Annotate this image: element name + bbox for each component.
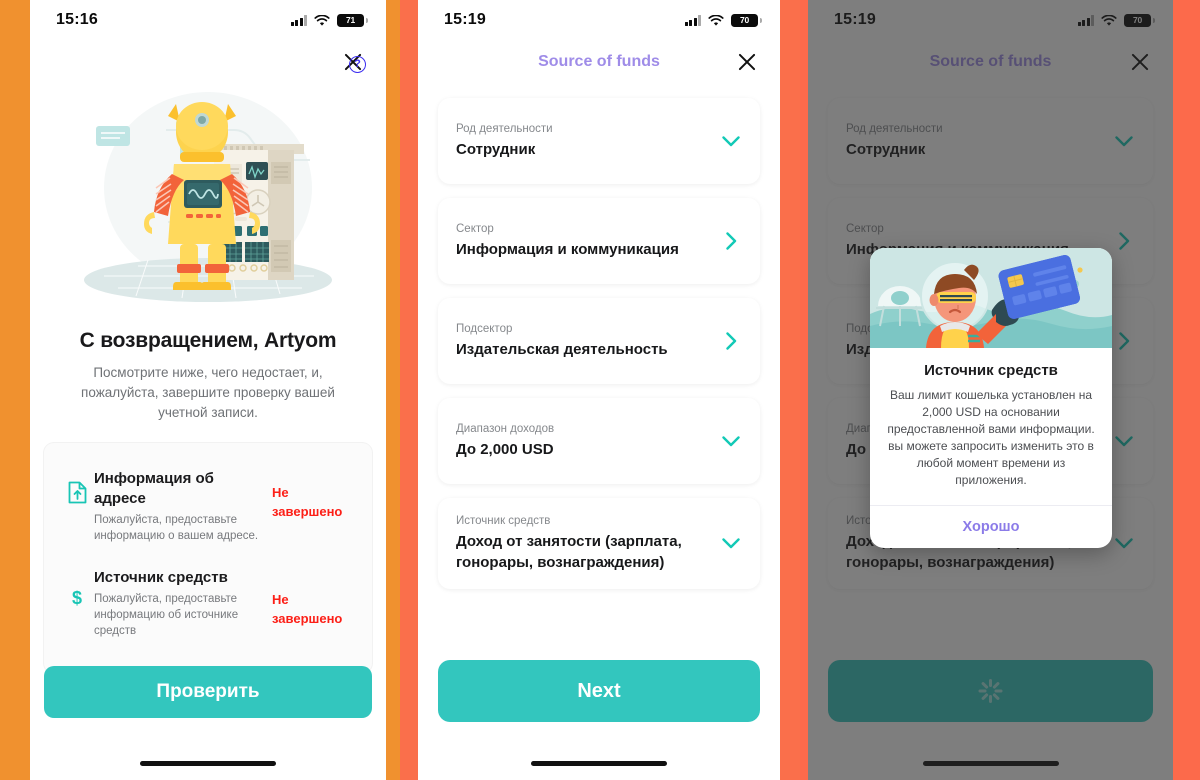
checklist-item-source-of-funds[interactable]: $ Источник средств Пожалуйста, предостав… <box>48 558 368 653</box>
checklist-item-title: Источник средств <box>94 569 228 586</box>
source-of-funds-modal: Источник средств Ваш лимит кошелька уста… <box>870 248 1112 548</box>
field-subsector[interactable]: Подсектор Издательская деятельность <box>438 298 760 384</box>
cellular-signal-icon <box>290 14 307 26</box>
battery-level: 71 <box>345 15 356 25</box>
battery-icon: 71 <box>337 13 368 27</box>
phone-screen-source-of-funds-modal: 15:19 70 Source of funds Род деятельност… <box>808 0 1173 780</box>
checklist-item-description: Пожалуйста, предоставьте информацию о ва… <box>94 514 259 542</box>
field-label: Источник средств <box>456 515 551 527</box>
status-clock: 15:16 <box>56 11 98 28</box>
chevron-right-icon[interactable] <box>720 332 742 350</box>
modal-ok-button[interactable]: Хорошо <box>870 505 1112 548</box>
status-clock: 15:19 <box>444 11 486 28</box>
field-occupation[interactable]: Род деятельности Сотрудник <box>438 98 760 184</box>
modal-body: Источник средств Ваш лимит кошелька уста… <box>870 348 1112 505</box>
status-bar: 15:19 70 <box>418 0 780 40</box>
field-label: Род деятельности <box>456 123 553 135</box>
close-icon[interactable] <box>736 51 758 73</box>
modal-text: Ваш лимит кошелька установлен на 2,000 U… <box>887 388 1095 487</box>
status-badge: Не завершено <box>272 485 343 519</box>
checklist-item-description: Пожалуйста, предоставьте информацию об и… <box>94 593 239 637</box>
robot-machine-illustration <box>30 88 386 313</box>
chevron-right-icon[interactable] <box>720 232 742 250</box>
battery-level: 70 <box>739 15 750 25</box>
page-title: С возвращением, Artyom <box>79 329 337 352</box>
battery-icon: 70 <box>731 13 762 27</box>
field-source-of-funds[interactable]: Источник средств Доход от занятости (зар… <box>438 498 760 589</box>
field-label: Подсектор <box>456 323 513 335</box>
field-label: Диапазон доходов <box>456 423 555 435</box>
page-title: Source of funds <box>538 53 660 70</box>
field-label: Сектор <box>456 223 494 235</box>
field-value: Сотрудник <box>456 141 536 158</box>
home-indicator <box>140 761 276 766</box>
status-badge: Не завершено <box>272 592 343 626</box>
nav-row <box>30 40 386 84</box>
status-icons: 71 <box>290 13 368 27</box>
field-value: Информация и коммуникация <box>456 241 679 258</box>
field-value: Издательская деятельность <box>456 341 668 358</box>
source-of-funds-form: Род деятельности Сотрудник Сектор Информ… <box>418 84 780 589</box>
wifi-icon <box>708 14 724 26</box>
page-subtitle: Посмотрите ниже, чего недостает, и, пожа… <box>81 365 335 420</box>
modal-title: Источник средств <box>924 362 1058 379</box>
cellular-signal-icon <box>684 14 701 26</box>
chevron-down-icon[interactable] <box>720 135 742 147</box>
wifi-icon <box>314 14 330 26</box>
status-icons: 70 <box>684 13 762 27</box>
home-indicator <box>531 761 667 766</box>
astronaut-with-credit-card-illustration <box>870 248 1112 348</box>
chevron-down-icon[interactable] <box>720 538 742 549</box>
phone-screen-source-of-funds: 15:19 70 Source of funds Род деятельност… <box>418 0 780 780</box>
checklist-item-address[interactable]: Информация об адресе Пожалуйста, предост… <box>48 459 368 558</box>
checklist-item-title: Информация об адресе <box>94 470 214 507</box>
document-upload-icon <box>60 469 94 509</box>
field-sector[interactable]: Сектор Информация и коммуникация <box>438 198 760 284</box>
field-value: Доход от занятости (зарплата, гонорары, … <box>456 533 682 571</box>
status-bar: 15:16 71 <box>30 0 386 40</box>
next-button[interactable]: Next <box>438 660 760 722</box>
nav-row: Source of funds <box>418 40 780 84</box>
dollar-sign-icon: $ <box>71 588 82 608</box>
verification-checklist: Информация об адресе Пожалуйста, предост… <box>44 443 372 673</box>
phone-screen-welcome: 15:16 71 ? С возвращением, Artyom Посмот… <box>30 0 386 780</box>
chevron-down-icon[interactable] <box>720 435 742 447</box>
help-circle-icon[interactable]: ? <box>349 56 366 73</box>
field-income-range[interactable]: Диапазон доходов До 2,000 USD <box>438 398 760 484</box>
verify-button[interactable]: Проверить <box>44 666 372 718</box>
field-value: До 2,000 USD <box>456 441 554 458</box>
